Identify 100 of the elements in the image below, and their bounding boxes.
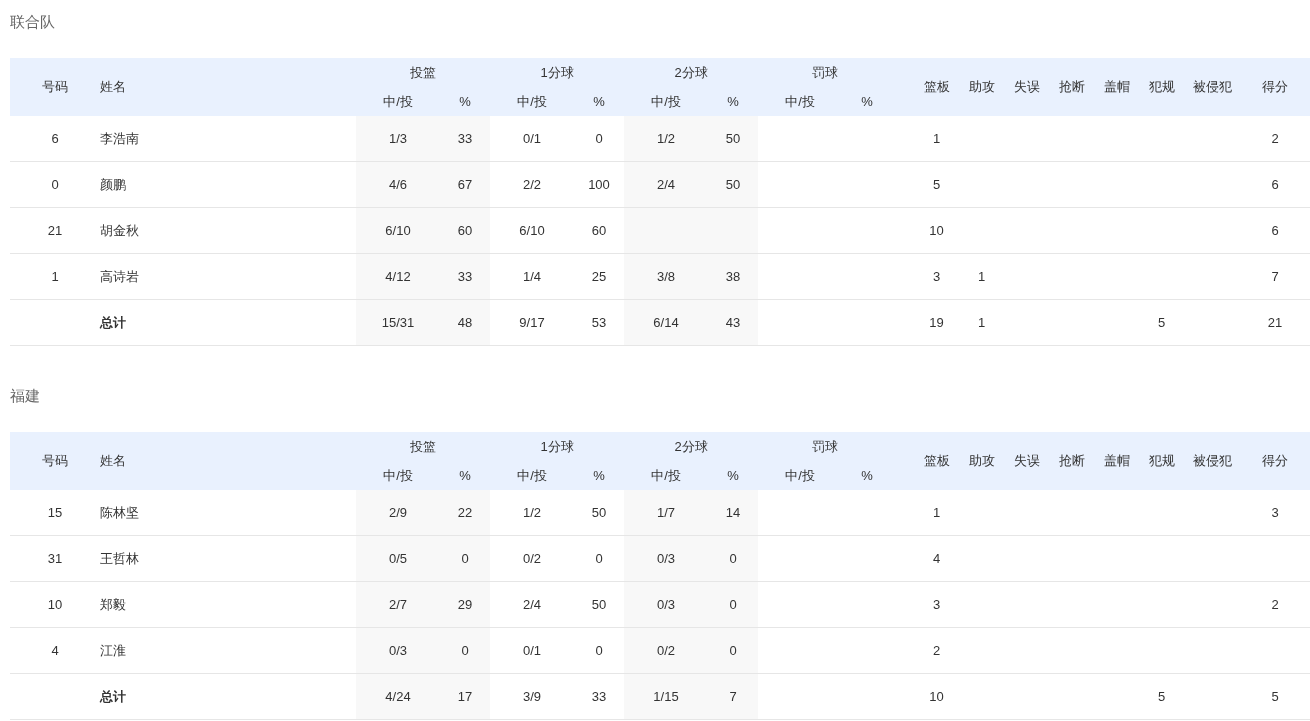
table-cell-text: 1/4	[521, 268, 543, 286]
team-name: 联合队	[10, 12, 56, 32]
table-cell: 67	[440, 162, 490, 207]
table-cell-text: 31	[46, 550, 64, 568]
column-header: 失误	[1012, 452, 1041, 470]
column-header: %	[458, 93, 472, 111]
table-cell: 15/31	[356, 300, 440, 345]
column-header: 罚球	[811, 64, 839, 82]
table-cell: 38	[708, 254, 758, 299]
table-cell-text: 胡金秋	[100, 221, 140, 240]
table-cell-text: 1	[976, 314, 987, 332]
table-cell-text: 高诗岩	[100, 267, 140, 286]
table-cell-text: 3/9	[521, 688, 543, 706]
column-header: 抢断	[1057, 78, 1086, 96]
table-cell-text: 2	[1270, 130, 1280, 148]
table-cell-text: 1	[50, 268, 60, 286]
table-cell-text: 19	[928, 314, 945, 332]
table-cell: 6/14	[624, 300, 708, 345]
table-cell-text: 总计	[100, 313, 127, 332]
table-cell: 0	[708, 582, 758, 627]
table-cell: 0	[708, 628, 758, 673]
table-cell: 6/10	[356, 208, 440, 253]
table-cell: 0/5	[356, 536, 440, 581]
table-cell-text: 2	[1270, 596, 1280, 614]
column-header: 中/投	[516, 467, 548, 485]
column-header: 1分球	[539, 64, 575, 82]
column-header: %	[592, 467, 606, 485]
column-header: 号码	[41, 78, 69, 96]
table-cell-text: 50	[590, 596, 608, 614]
column-header: 中/投	[382, 93, 414, 111]
column-header: 篮板	[922, 78, 951, 96]
table-cell-text: 10	[928, 222, 945, 240]
table-cell-text: 0	[50, 176, 60, 194]
column-header: 姓名	[100, 452, 127, 470]
table-cell-text: 0	[594, 550, 604, 568]
column-header: 得分	[1261, 452, 1289, 470]
column-header: 犯规	[1147, 452, 1176, 470]
table-cell-text: 颜鹏	[100, 175, 127, 194]
column-header: %	[726, 467, 740, 485]
table-cell: 14	[708, 490, 758, 535]
table-cell-text: 1	[931, 130, 942, 148]
table-cell-text: 100	[587, 176, 611, 194]
table-cell-text: 6/10	[518, 222, 546, 240]
table-cell: 4/12	[356, 254, 440, 299]
table-cell-text: 0/1	[521, 642, 543, 660]
table-cell: 1/2	[624, 116, 708, 161]
column-header: 中/投	[784, 467, 816, 485]
table-cell: 0/3	[356, 628, 440, 673]
column-header: 2分球	[673, 438, 709, 456]
column-header: 罚球	[811, 438, 839, 456]
column-header: 1分球	[539, 438, 575, 456]
table-cell: 0	[440, 628, 490, 673]
table-cell: 7	[708, 674, 758, 719]
table-cell-text: 33	[590, 688, 608, 706]
table-cell-text: 6	[50, 130, 60, 148]
column-header: 助攻	[967, 78, 996, 96]
table-cell-text: 总计	[100, 687, 127, 706]
table-cell: 2/7	[356, 582, 440, 627]
table-cell: 33	[440, 116, 490, 161]
column-header: 犯规	[1147, 78, 1176, 96]
table-cell-text: 50	[590, 504, 608, 522]
table-cell: 0	[708, 536, 758, 581]
table-cell-text: 5	[931, 176, 942, 194]
table-cell-text: 6	[1270, 222, 1280, 240]
column-header: 投篮	[409, 438, 437, 456]
table-cell: 60	[440, 208, 490, 253]
column-header: 中/投	[650, 93, 682, 111]
column-header: 被侵犯	[1191, 78, 1233, 96]
table-cell-text: 李浩南	[100, 129, 140, 148]
column-header: 姓名	[100, 78, 127, 96]
column-header: 失误	[1012, 78, 1041, 96]
column-header: %	[860, 93, 874, 111]
column-header: 得分	[1261, 78, 1289, 96]
table-cell: 50	[708, 116, 758, 161]
table-cell: 1/15	[624, 674, 708, 719]
table-cell-text: 9/17	[518, 314, 546, 332]
table-cell-text: 江淮	[100, 641, 127, 660]
table-cell: 29	[440, 582, 490, 627]
column-header: 盖帽	[1102, 78, 1131, 96]
table-cell: 0/3	[624, 582, 708, 627]
table-cell-text: 1	[976, 268, 987, 286]
table-cell: 0/3	[624, 536, 708, 581]
table-cell-text: 7	[1270, 268, 1280, 286]
table-cell-text: 0/2	[521, 550, 543, 568]
column-header: 号码	[41, 452, 69, 470]
table-cell-text: 2/2	[521, 176, 543, 194]
table-cell-text: 2/4	[521, 596, 543, 614]
column-header: 2分球	[673, 64, 709, 82]
table-cell: 33	[440, 254, 490, 299]
table-cell-text: 60	[590, 222, 608, 240]
table-cell-text: 3	[931, 596, 942, 614]
table-cell: 4/6	[356, 162, 440, 207]
table-cell-text: 1/2	[521, 504, 543, 522]
table-cell: 2/9	[356, 490, 440, 535]
table-cell-text: 2	[931, 642, 942, 660]
table-cell-text: 0	[594, 642, 604, 660]
table-cell-text: 10	[928, 688, 945, 706]
table-cell: 17	[440, 674, 490, 719]
column-header: 中/投	[650, 467, 682, 485]
table-cell: 1/7	[624, 490, 708, 535]
